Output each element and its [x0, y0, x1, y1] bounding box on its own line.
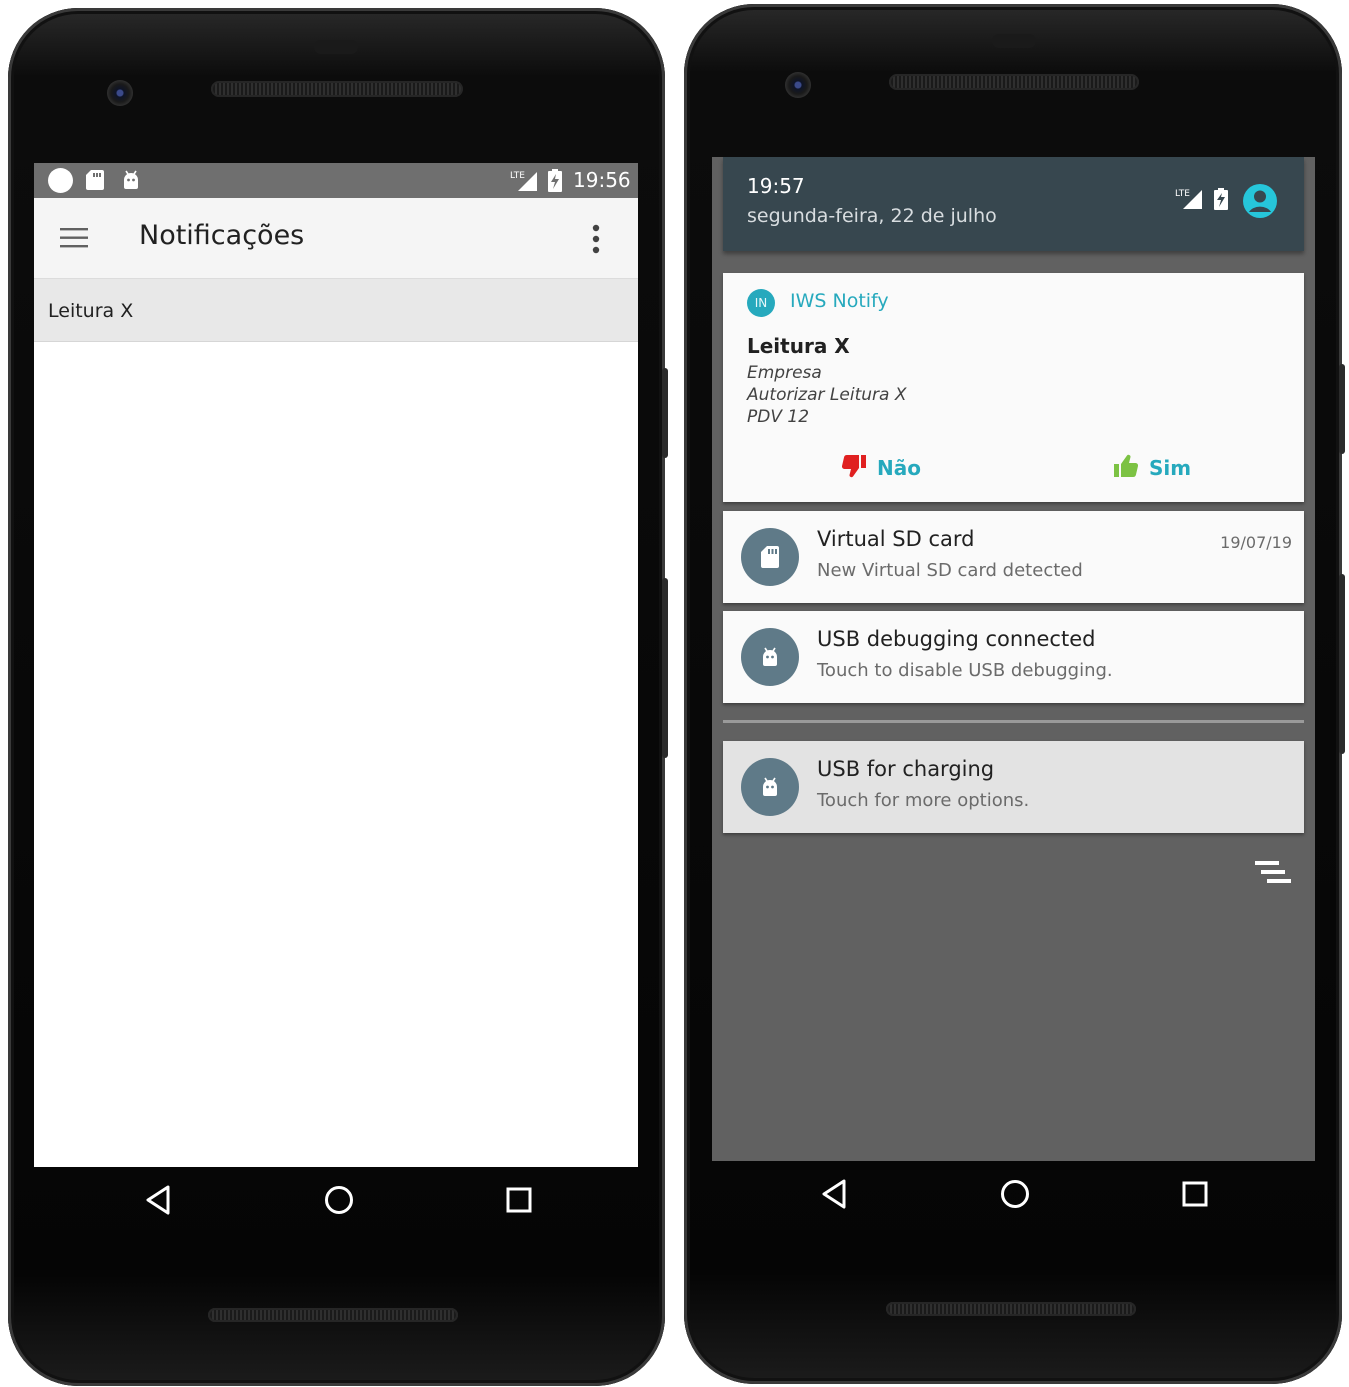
front-camera	[107, 80, 133, 106]
action-yes-button[interactable]: Sim	[1113, 453, 1191, 483]
list-item-label: Leitura X	[48, 300, 134, 322]
page-title: Notificações	[139, 220, 305, 251]
notification-line: Autorizar Leitura X	[747, 385, 907, 405]
notification-line: PDV 12	[747, 407, 810, 427]
power-button	[662, 578, 668, 758]
android-icon	[121, 170, 141, 194]
right-phone: 19:57 segunda-feira, 22 de julho LTE IN …	[684, 4, 1345, 1384]
notification-title: Leitura X	[747, 334, 850, 358]
shade-time: 19:57	[747, 174, 805, 198]
action-no-label: Não	[877, 456, 921, 480]
account-icon[interactable]	[1242, 183, 1278, 223]
notification-dot-icon	[48, 168, 73, 193]
notification-date: 19/07/19	[1220, 533, 1292, 552]
notification-title: Virtual SD card	[817, 527, 975, 551]
android-icon	[741, 628, 799, 686]
app-bar: Notificações	[34, 198, 638, 279]
notification-shade: 19:57 segunda-feira, 22 de julho LTE IN …	[712, 157, 1315, 1161]
status-bar: LTE 19:56	[34, 163, 638, 198]
nav-bar	[744, 1174, 1284, 1218]
signal-icon: LTE	[1175, 187, 1203, 213]
earpiece-speaker	[889, 74, 1139, 90]
iws-notification-card[interactable]: IN IWS Notify Leitura X Empresa Autoriza…	[723, 273, 1304, 502]
top-sensor	[992, 34, 1036, 48]
power-button	[1339, 574, 1345, 754]
volume-button	[1339, 364, 1345, 454]
app-badge-icon: IN	[747, 289, 775, 317]
action-yes-label: Sim	[1149, 456, 1192, 480]
usb-charging-notification[interactable]: USB for charging Touch for more options.	[723, 741, 1304, 833]
usb-debugging-notification[interactable]: USB debugging connected Touch to disable…	[723, 611, 1304, 703]
signal-icon: LTE	[510, 169, 538, 195]
front-camera	[785, 72, 811, 98]
notification-text: Touch for more options.	[817, 790, 1030, 811]
bottom-speaker	[208, 1308, 458, 1322]
battery-icon	[1214, 188, 1228, 214]
back-icon[interactable]	[820, 1178, 848, 1214]
home-icon[interactable]	[1000, 1179, 1030, 1213]
action-no-button[interactable]: Não	[841, 453, 921, 483]
top-sensor	[314, 40, 358, 54]
left-phone: LTE 19:56 Notificações Leitura X	[8, 8, 668, 1386]
recents-icon[interactable]	[506, 1187, 532, 1217]
notification-line: Empresa	[747, 363, 822, 383]
battery-icon	[548, 169, 562, 196]
bottom-speaker	[886, 1302, 1136, 1316]
volume-button	[662, 368, 668, 458]
status-time: 19:56	[573, 168, 631, 192]
network-type-label: LTE	[1175, 189, 1190, 199]
notification-title: USB for charging	[817, 757, 995, 781]
recents-icon[interactable]	[1182, 1181, 1208, 1211]
notification-text: Touch to disable USB debugging.	[817, 660, 1113, 681]
shade-date: segunda-feira, 22 de julho	[747, 205, 997, 227]
sd-card-icon	[741, 528, 799, 586]
android-icon	[741, 758, 799, 816]
notification-title: USB debugging connected	[817, 627, 1096, 651]
back-icon[interactable]	[144, 1184, 172, 1220]
more-vert-icon[interactable]	[592, 224, 600, 258]
quick-settings-header[interactable]: 19:57 segunda-feira, 22 de julho LTE	[723, 157, 1304, 251]
notification-app-name: IWS Notify	[790, 290, 889, 312]
sd-card-notification[interactable]: Virtual SD card New Virtual SD card dete…	[723, 511, 1304, 603]
clear-all-icon[interactable]	[1255, 861, 1291, 891]
left-screen: LTE 19:56 Notificações Leitura X	[34, 163, 638, 1167]
network-type-label: LTE	[510, 171, 525, 181]
earpiece-speaker	[211, 81, 463, 97]
list-item[interactable]: Leitura X	[34, 279, 638, 342]
notification-text: New Virtual SD card detected	[817, 560, 1083, 581]
sd-card-icon	[86, 170, 104, 194]
nav-bar	[68, 1180, 608, 1224]
section-divider	[723, 720, 1304, 723]
thumbs-down-icon	[841, 454, 867, 482]
home-icon[interactable]	[324, 1185, 354, 1219]
menu-icon[interactable]	[60, 228, 90, 252]
thumbs-up-icon	[1113, 454, 1139, 482]
